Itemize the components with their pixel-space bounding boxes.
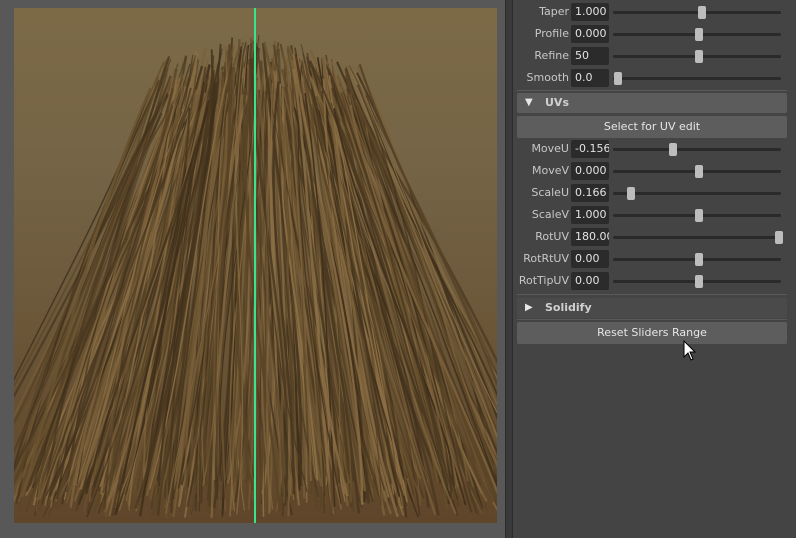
- divider: [517, 319, 787, 320]
- slider-row-taper: Taper 1.000: [513, 2, 796, 22]
- profile-slider[interactable]: [613, 28, 781, 41]
- slider-row-moveu: MoveU -0.156: [513, 139, 796, 159]
- taper-slider[interactable]: [613, 6, 781, 19]
- smooth-field[interactable]: 0.0: [571, 69, 609, 87]
- rotrtuv-slider[interactable]: [613, 253, 781, 266]
- moveu-slider-thumb[interactable]: [669, 143, 678, 156]
- slider-row-scalev: ScaleV 1.000: [513, 205, 796, 225]
- rotrtuv-slider-thumb[interactable]: [694, 253, 703, 266]
- rotrtuv-label: RotRtUV: [523, 252, 569, 265]
- profile-field[interactable]: 0.000: [571, 25, 609, 43]
- slider-row-movev: MoveV 0.000: [513, 161, 796, 181]
- moveu-field[interactable]: -0.156: [571, 140, 609, 158]
- smooth-slider-thumb[interactable]: [614, 72, 623, 85]
- profile-slider-thumb[interactable]: [694, 28, 703, 41]
- profile-label: Profile: [534, 27, 569, 40]
- mouse-cursor-icon: [683, 340, 697, 361]
- scaleu-label: ScaleU: [531, 186, 569, 199]
- rotuv-field[interactable]: 180.00: [571, 228, 609, 246]
- triangle-down-icon: ▼: [525, 97, 533, 108]
- taper-field[interactable]: 1.000: [571, 3, 609, 21]
- hair-render-viewport[interactable]: [14, 8, 497, 523]
- refine-label: Refine: [534, 49, 569, 62]
- taper-label: Taper: [539, 5, 569, 18]
- divider: [517, 90, 787, 91]
- slider-row-profile: Profile 0.000: [513, 24, 796, 44]
- slider-row-rotuv: RotUV 180.00: [513, 227, 796, 247]
- attribute-panel: Taper 1.000 Profile 0.000 Refine 50 Smoo…: [513, 0, 796, 538]
- slider-row-rottipuv: RotTipUV 0.00: [513, 271, 796, 291]
- refine-slider[interactable]: [613, 50, 781, 63]
- select-for-uv-edit-button[interactable]: Select for UV edit: [517, 116, 787, 138]
- scaleu-slider-thumb[interactable]: [627, 187, 636, 200]
- scalev-label: ScaleV: [531, 208, 569, 221]
- panel-splitter[interactable]: [505, 0, 513, 538]
- movev-slider-thumb[interactable]: [694, 165, 703, 178]
- rottipuv-slider[interactable]: [613, 275, 781, 288]
- hair-strands-render: [14, 8, 497, 523]
- scalev-field[interactable]: 1.000: [571, 206, 609, 224]
- viewport-panel[interactable]: [0, 0, 505, 538]
- uvs-section-title: UVs: [545, 96, 569, 109]
- rotuv-label: RotUV: [535, 230, 569, 243]
- rottipuv-label: RotTipUV: [518, 274, 569, 287]
- rotrtuv-field[interactable]: 0.00: [571, 250, 609, 268]
- moveu-slider[interactable]: [613, 143, 781, 156]
- reset-sliders-range-button[interactable]: Reset Sliders Range: [517, 322, 787, 344]
- movev-slider[interactable]: [613, 165, 781, 178]
- scaleu-field[interactable]: 0.166: [571, 184, 609, 202]
- solidify-section-header[interactable]: ▶ Solidify: [517, 298, 787, 318]
- slider-row-rotrtuv: RotRtUV 0.00: [513, 249, 796, 269]
- smooth-label: Smooth: [526, 71, 569, 84]
- divider: [517, 294, 787, 295]
- slider-row-smooth: Smooth 0.0: [513, 68, 796, 88]
- rottipuv-field[interactable]: 0.00: [571, 272, 609, 290]
- rotuv-slider-thumb[interactable]: [775, 231, 784, 244]
- movev-field[interactable]: 0.000: [571, 162, 609, 180]
- uvs-section-header[interactable]: ▼ UVs: [517, 93, 787, 113]
- taper-slider-thumb[interactable]: [698, 6, 707, 19]
- rotuv-slider[interactable]: [613, 231, 784, 244]
- moveu-label: MoveU: [531, 142, 569, 155]
- scalev-slider-thumb[interactable]: [694, 209, 703, 222]
- slider-row-scaleu: ScaleU 0.166: [513, 183, 796, 203]
- movev-label: MoveV: [531, 164, 569, 177]
- solidify-section-title: Solidify: [545, 301, 592, 314]
- refine-slider-thumb[interactable]: [694, 50, 703, 63]
- rottipuv-slider-thumb[interactable]: [694, 275, 703, 288]
- refine-field[interactable]: 50: [571, 47, 609, 65]
- smooth-slider[interactable]: [613, 72, 781, 85]
- triangle-right-icon: ▶: [525, 302, 533, 313]
- slider-row-refine: Refine 50: [513, 46, 796, 66]
- scaleu-slider[interactable]: [613, 187, 781, 200]
- scalev-slider[interactable]: [613, 209, 781, 222]
